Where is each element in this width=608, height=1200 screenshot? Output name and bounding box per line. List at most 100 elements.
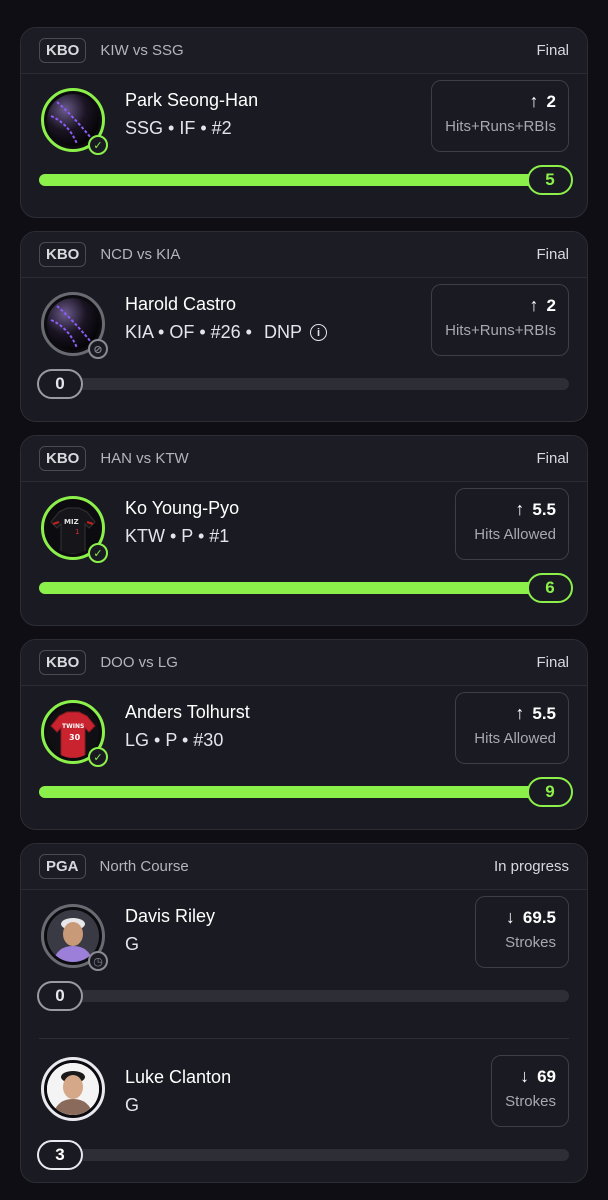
progress-track — [39, 990, 569, 1002]
league-badge: KBO — [39, 242, 87, 267]
player-avatar: TWINS 30 ✓ — [41, 700, 108, 767]
player-avatar: ✓ — [41, 88, 108, 155]
svg-text:30: 30 — [69, 733, 81, 742]
player-meta: G — [125, 934, 140, 954]
top-edge — [0, 0, 608, 14]
league-badge: KBO — [39, 38, 87, 63]
player-row[interactable]: ✓ Park Seong-Han SSG • IF • #2 ↑ 2 Hits+R… — [21, 74, 587, 214]
stat-type: Hits+Runs+RBIs — [445, 322, 556, 339]
arrow-up-icon: ↑ — [529, 91, 539, 111]
line-value: 5.5 — [532, 703, 556, 723]
league-badge: PGA — [39, 854, 86, 879]
info-icon[interactable]: i — [309, 324, 327, 341]
check-icon: ✓ — [88, 747, 108, 767]
game-status: Final — [536, 246, 569, 263]
player-row[interactable]: ⊘ Harold Castro KIA • OF • #26 • DNP i ↑… — [21, 278, 587, 418]
progress-fill — [39, 174, 569, 186]
card-header: KBO KIW vs SSG Final — [21, 28, 587, 74]
player-name: Park Seong-Han — [125, 90, 259, 110]
golfer-photo — [47, 1063, 99, 1115]
progress-fill — [39, 582, 569, 594]
projection-box[interactable]: ↑ 5.5 Hits Allowed — [455, 692, 569, 764]
player-row[interactable]: TWINS 30 ✓ Anders Tolhurst LG • P • #30 … — [21, 686, 587, 826]
league-badge: KBO — [39, 650, 87, 675]
prop-card[interactable]: KBO HAN vs KTW Final MIZ 1 ✓ Ko Young-Py… — [20, 435, 588, 626]
player-name: Anders Tolhurst — [125, 702, 250, 722]
card-header: KBO NCD vs KIA Final — [21, 232, 587, 278]
stat-type: Hits Allowed — [474, 730, 556, 747]
progress-fill — [39, 786, 569, 798]
prop-card[interactable]: PGA North Course In progress ◷ Davis Ril… — [20, 843, 588, 1183]
game-status: Final — [536, 450, 569, 467]
svg-text:1: 1 — [75, 528, 79, 536]
player-meta: G — [125, 1095, 140, 1115]
card-header: PGA North Course In progress — [21, 844, 587, 890]
prop-card[interactable]: KBO NCD vs KIA Final ⊘ Harold Castro KIA… — [20, 231, 588, 422]
game-status: In progress — [493, 858, 569, 875]
player-row[interactable]: MIZ 1 ✓ Ko Young-Pyo KTW • P • #1 ↑ 5.5 H… — [21, 482, 587, 622]
player-avatar: ◷ — [41, 904, 108, 971]
jersey-text: MIZ — [64, 518, 79, 526]
arrow-down-icon: ↓ — [505, 907, 515, 927]
stat-type: Hits Allowed — [474, 526, 556, 543]
arrow-up-icon: ↑ — [515, 499, 525, 519]
result-pill: 0 — [37, 369, 83, 399]
arrow-down-icon: ↓ — [520, 1066, 530, 1086]
stat-type: Hits+Runs+RBIs — [445, 118, 556, 135]
dnp-label: DNP — [263, 322, 302, 342]
player-row[interactable]: ◷ Davis Riley G ↓ 69.5 Strokes 0 — [21, 890, 587, 1038]
matchup-label: North Course — [99, 858, 189, 875]
stat-type: Strokes — [505, 1093, 556, 1110]
player-name: Luke Clanton — [125, 1067, 232, 1087]
projection-box[interactable]: ↑ 5.5 Hits Allowed — [455, 488, 569, 560]
player-meta: SSG • IF • #2 — [125, 118, 232, 138]
player-avatar: ⊘ — [41, 292, 108, 359]
player-meta: LG • P • #30 — [125, 730, 224, 750]
projection-box[interactable]: ↓ 69.5 Strokes — [475, 896, 569, 968]
game-status: Final — [536, 654, 569, 671]
line-value: 69.5 — [522, 907, 556, 927]
arrow-up-icon: ↑ — [529, 295, 539, 315]
prop-card[interactable]: KBO DOO vs LG Final TWINS 30 ✓ Anders To… — [20, 639, 588, 830]
player-name: Ko Young-Pyo — [125, 498, 240, 518]
result-pill: 9 — [527, 777, 573, 807]
stat-type: Strokes — [505, 934, 556, 951]
line-value: 2 — [546, 295, 556, 315]
result-pill: 3 — [37, 1140, 83, 1170]
line-value: 2 — [546, 91, 556, 111]
result-pill: 6 — [527, 573, 573, 603]
line-value: 5.5 — [532, 499, 556, 519]
progress-track — [39, 1149, 569, 1161]
arrow-up-icon: ↑ — [515, 703, 525, 723]
player-meta: KTW • P • #1 — [125, 526, 230, 546]
player-avatar — [41, 1057, 105, 1121]
progress-track — [39, 378, 569, 390]
prop-card[interactable]: KBO KIW vs SSG Final ✓ Park Seong-Han SS… — [20, 27, 588, 218]
check-icon: ✓ — [88, 135, 108, 155]
player-name: Davis Riley — [125, 906, 216, 926]
slash-icon: ⊘ — [88, 339, 108, 359]
projection-box[interactable]: ↓ 69 Strokes — [491, 1055, 569, 1127]
player-avatar: MIZ 1 ✓ — [41, 496, 108, 563]
projection-box[interactable]: ↑ 2 Hits+Runs+RBIs — [431, 284, 569, 356]
result-pill: 5 — [527, 165, 573, 195]
clock-icon: ◷ — [88, 951, 108, 971]
matchup-label: HAN vs KTW — [100, 450, 189, 467]
projection-box[interactable]: ↑ 2 Hits+Runs+RBIs — [431, 80, 569, 152]
jersey-text: TWINS — [62, 723, 84, 730]
player-meta: KIA • OF • #26 • DNP i — [125, 322, 327, 343]
player-row[interactable]: Luke Clanton G ↓ 69 Strokes 3 — [21, 1039, 587, 1179]
progress-track — [39, 174, 569, 186]
result-pill: 0 — [37, 981, 83, 1011]
check-icon: ✓ — [88, 543, 108, 563]
card-header: KBO HAN vs KTW Final — [21, 436, 587, 482]
line-value: 69 — [537, 1066, 556, 1086]
player-name: Harold Castro — [125, 294, 237, 314]
game-status: Final — [536, 42, 569, 59]
matchup-label: NCD vs KIA — [100, 246, 181, 263]
card-header: KBO DOO vs LG Final — [21, 640, 587, 686]
matchup-label: KIW vs SSG — [100, 42, 184, 59]
league-badge: KBO — [39, 446, 87, 471]
progress-track — [39, 786, 569, 798]
progress-track — [39, 582, 569, 594]
